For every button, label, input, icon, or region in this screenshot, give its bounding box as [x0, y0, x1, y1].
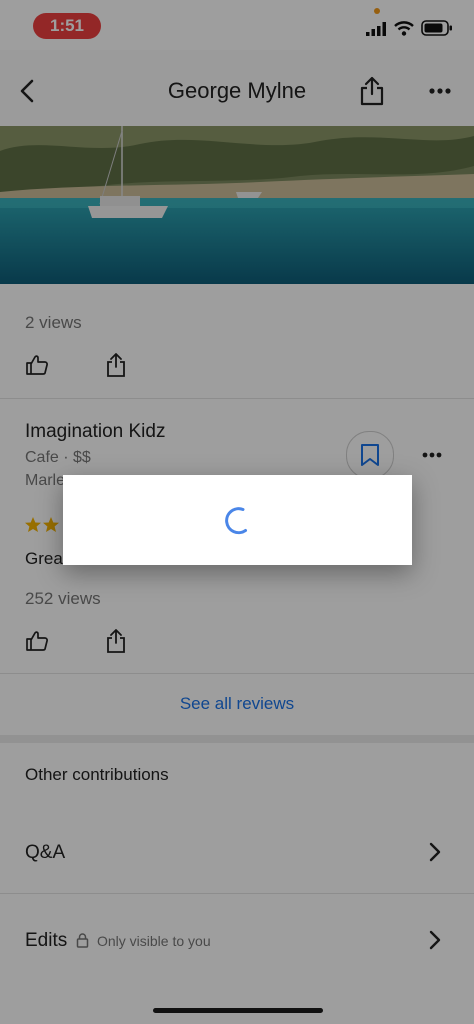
loading-spinner-icon	[225, 507, 247, 535]
loading-dialog	[63, 475, 412, 565]
home-indicator	[153, 1008, 323, 1013]
